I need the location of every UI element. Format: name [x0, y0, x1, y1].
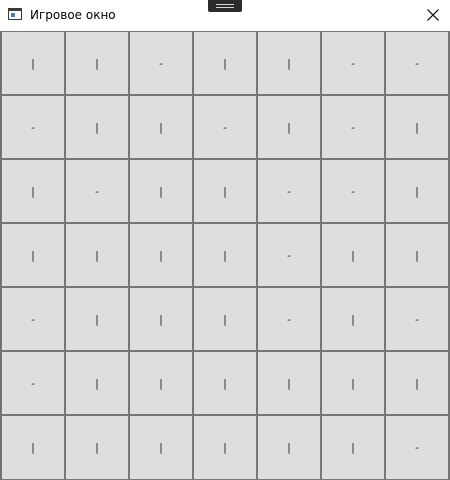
board-cell-r6-c6[interactable]: | [321, 351, 385, 415]
board-cell-r4-c3[interactable]: | [129, 223, 193, 287]
board-cell-r2-c5[interactable]: | [257, 95, 321, 159]
board-cell-r6-c2[interactable]: | [65, 351, 129, 415]
board-cell-r1-c1[interactable]: | [1, 31, 65, 95]
board-cell-r5-c1[interactable]: - [1, 287, 65, 351]
board-cell-r7-c6[interactable]: | [321, 415, 385, 480]
close-button[interactable] [416, 0, 450, 31]
board-cell-r4-c4[interactable]: | [193, 223, 257, 287]
title-bar[interactable]: Игровое окно [0, 0, 450, 31]
board-cell-r2-c6[interactable]: - [321, 95, 385, 159]
board-cell-r6-c3[interactable]: | [129, 351, 193, 415]
board-cell-r2-c7[interactable]: | [385, 95, 449, 159]
window-title: Игровое окно [30, 8, 116, 22]
board-cell-r6-c1[interactable]: - [1, 351, 65, 415]
board-cell-r7-c5[interactable]: | [257, 415, 321, 480]
board-cell-r6-c4[interactable]: | [193, 351, 257, 415]
board-cell-r7-c1[interactable]: | [1, 415, 65, 480]
board-cell-r3-c4[interactable]: | [193, 159, 257, 223]
board-cell-r3-c2[interactable]: - [65, 159, 129, 223]
board-cell-r7-c4[interactable]: | [193, 415, 257, 480]
board-cell-r5-c2[interactable]: | [65, 287, 129, 351]
board-cell-r3-c5[interactable]: - [257, 159, 321, 223]
board-cell-r5-c5[interactable]: - [257, 287, 321, 351]
board-cell-r2-c2[interactable]: | [65, 95, 129, 159]
board-cell-r4-c5[interactable]: - [257, 223, 321, 287]
board-cell-r1-c2[interactable]: | [65, 31, 129, 95]
board-cell-r2-c4[interactable]: - [193, 95, 257, 159]
board-cell-r1-c7[interactable]: - [385, 31, 449, 95]
board-cell-r7-c3[interactable]: | [129, 415, 193, 480]
board-cell-r4-c1[interactable]: | [1, 223, 65, 287]
board-cell-r3-c7[interactable]: | [385, 159, 449, 223]
board-cell-r1-c5[interactable]: | [257, 31, 321, 95]
board-cell-r3-c6[interactable]: - [321, 159, 385, 223]
drag-handle-icon[interactable] [208, 0, 242, 12]
board-cell-r3-c1[interactable]: | [1, 159, 65, 223]
board-cell-r7-c2[interactable]: | [65, 415, 129, 480]
board-cell-r4-c2[interactable]: | [65, 223, 129, 287]
board-cell-r5-c3[interactable]: | [129, 287, 193, 351]
game-window: Игровое окно | | - | | - - - | | - | - | | - | | - - | | | | | - |… [0, 0, 450, 480]
board-cell-r6-c5[interactable]: | [257, 351, 321, 415]
board-cell-r1-c4[interactable]: | [193, 31, 257, 95]
app-window-icon [8, 8, 22, 20]
board-cell-r1-c6[interactable]: - [321, 31, 385, 95]
board-cell-r2-c3[interactable]: | [129, 95, 193, 159]
board-cell-r5-c4[interactable]: | [193, 287, 257, 351]
board-cell-r4-c7[interactable]: | [385, 223, 449, 287]
board-cell-r5-c6[interactable]: | [321, 287, 385, 351]
close-icon [427, 9, 439, 21]
board-cell-r6-c7[interactable]: | [385, 351, 449, 415]
board-cell-r2-c1[interactable]: - [1, 95, 65, 159]
board-cell-r3-c3[interactable]: | [129, 159, 193, 223]
board-cell-r7-c7[interactable]: - [385, 415, 449, 480]
board-cell-r5-c7[interactable]: - [385, 287, 449, 351]
board-cell-r1-c3[interactable]: - [129, 31, 193, 95]
board-cell-r4-c6[interactable]: | [321, 223, 385, 287]
game-board: | | - | | - - - | | - | - | | - | | - - | | | | | - | | - | | | - | - - | | | |… [0, 31, 450, 480]
